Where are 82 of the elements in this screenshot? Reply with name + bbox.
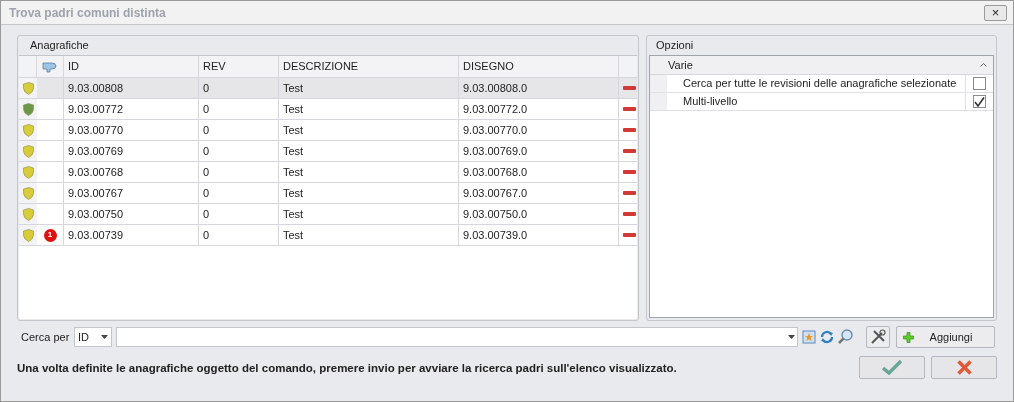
caret-icon[interactable] — [788, 335, 795, 339]
table-cell: 9.03.00750.0 — [459, 204, 619, 224]
table-cell: 0 — [199, 141, 279, 161]
plus-icon — [903, 331, 914, 343]
search-label: Cerca per — [20, 329, 70, 345]
table-row[interactable]: 9.03.00768 0 Test 9.03.00768.0 — [19, 162, 637, 183]
remove-icon[interactable] — [622, 86, 636, 90]
field-dropdown[interactable]: ID — [74, 327, 112, 347]
instruction-text: Una volta definite le anagrafiche oggetto del comando, premere invio per avviare la ricerca padri sull'elenco visualizzato. — [17, 361, 678, 376]
table-cell: 0 — [199, 204, 279, 224]
row-indent — [650, 93, 667, 110]
table-cell: Test — [279, 120, 459, 140]
table-cell: Test — [279, 162, 459, 182]
remove-icon[interactable] — [622, 212, 636, 216]
close-button[interactable]: × — [984, 4, 1007, 21]
checkbox[interactable] — [973, 77, 986, 90]
option-label: Multi-livello — [667, 93, 966, 110]
table-cell: 9.03.00808.0 — [459, 78, 619, 98]
table-cell: Test — [279, 78, 459, 98]
refresh-icon[interactable] — [819, 330, 835, 344]
column-header[interactable]: DESCRIZIONE — [279, 56, 459, 77]
table-cell: 9.03.00739 — [64, 225, 199, 245]
table-cell: 9.03.00772.0 — [459, 99, 619, 119]
table-cell: 9.03.00769.0 — [459, 141, 619, 161]
tools-button[interactable] — [866, 326, 890, 348]
close-icon — [956, 360, 972, 375]
table-cell: 9.03.00808 — [64, 78, 199, 98]
table-row[interactable]: 9.03.00769 0 Test 9.03.00769.0 — [19, 141, 637, 162]
table-cell: 9.03.00750 — [64, 204, 199, 224]
table-cell: Test — [279, 141, 459, 161]
caret-icon — [101, 335, 108, 339]
table-cell: 9.03.00739.0 — [459, 225, 619, 245]
column-header[interactable]: REV — [199, 56, 279, 77]
column-header[interactable]: DISEGNO — [459, 56, 619, 77]
add-button[interactable]: Aggiungi — [896, 326, 995, 348]
row-indent — [650, 75, 667, 92]
table-cell: Test — [279, 99, 459, 119]
cancel-button[interactable] — [931, 356, 997, 379]
table-cell: 9.03.00768.0 — [459, 162, 619, 182]
remove-icon[interactable] — [622, 170, 636, 174]
remove-icon[interactable] — [622, 107, 636, 111]
check-icon — [882, 360, 902, 375]
star-icon[interactable] — [802, 330, 816, 344]
notification-badge: 1 — [43, 228, 57, 242]
tools-icon — [870, 329, 886, 345]
table-cell: Test — [279, 225, 459, 245]
check-icon — [974, 96, 985, 107]
table-cell: Test — [279, 183, 459, 203]
table-cell: 0 — [199, 78, 279, 98]
table-row[interactable]: 9.03.00772 0 Test 9.03.00772.0 — [19, 99, 637, 120]
remove-icon[interactable] — [622, 233, 636, 237]
table-row[interactable]: 9.03.00750 0 Test 9.03.00750.0 — [19, 204, 637, 225]
panel-title: Opzioni — [656, 38, 694, 54]
search-field[interactable] — [116, 327, 798, 347]
table-cell: Test — [279, 204, 459, 224]
table-cell: 0 — [199, 162, 279, 182]
table-cell: 9.03.00767.0 — [459, 183, 619, 203]
option-label: Cerca per tutte le revisioni delle anagrafiche selezionate — [667, 75, 966, 92]
table-cell: 9.03.00769 — [64, 141, 199, 161]
table-cell: 0 — [199, 183, 279, 203]
table-cell: 9.03.00770 — [64, 120, 199, 140]
table-row[interactable]: 9.03.00808 0 Test 9.03.00808.0 — [19, 78, 637, 99]
remove-icon[interactable] — [622, 128, 636, 132]
table-cell: 9.03.00772 — [64, 99, 199, 119]
column-header[interactable]: ID — [64, 56, 199, 77]
table-cell: 0 — [199, 120, 279, 140]
category-header[interactable]: Varie — [650, 56, 993, 75]
window-title: Trova padri comuni distinta — [9, 4, 166, 22]
table-row[interactable]: 9.03.00770 0 Test 9.03.00770.0 — [19, 120, 637, 141]
remove-icon[interactable] — [622, 149, 636, 153]
table-cell: 9.03.00768 — [64, 162, 199, 182]
checkbox[interactable] — [973, 95, 986, 108]
remove-icon[interactable] — [622, 191, 636, 195]
table-cell: 9.03.00767 — [64, 183, 199, 203]
table-row[interactable]: 9.03.00767 0 Test 9.03.00767.0 — [19, 183, 637, 204]
table-cell: 0 — [199, 225, 279, 245]
table-cell: 0 — [199, 99, 279, 119]
panel-title: Anagrafiche — [30, 38, 89, 54]
magnifier-icon[interactable] — [838, 329, 854, 345]
chevron-icon — [980, 63, 987, 67]
table-cell: 9.03.00770.0 — [459, 120, 619, 140]
table-row[interactable]: 1 9.03.00739 0 Test 9.03.00739.0 — [19, 225, 637, 246]
